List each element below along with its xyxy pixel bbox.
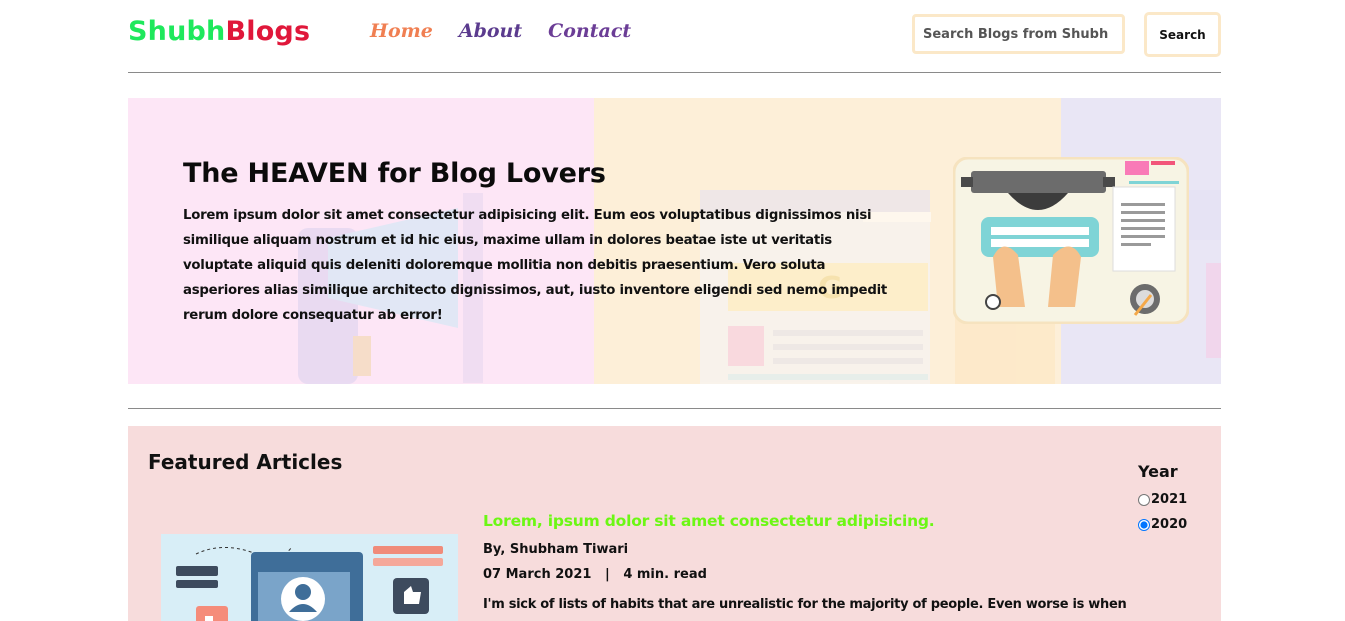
year-option-label: 2021 <box>1151 492 1188 507</box>
article-date: 07 March 2021 <box>483 567 592 582</box>
hero-title: The HEAVEN for Blog Lovers <box>183 158 606 189</box>
year-radio-2020[interactable] <box>1138 518 1150 531</box>
section-divider <box>128 408 1221 409</box>
meta-separator: | <box>604 567 610 582</box>
article-meta: 07 March 2021 | 4 min. read <box>483 567 707 582</box>
site-logo[interactable]: ShubhBlogs <box>128 16 310 47</box>
nav-link-about[interactable]: About <box>459 20 522 42</box>
profile-webpage-illustration-icon[interactable] <box>161 534 458 621</box>
year-option-label: 2020 <box>1151 517 1188 532</box>
year-radio-2021[interactable] <box>1138 493 1150 506</box>
year-filter-label: Year <box>1138 462 1178 481</box>
article-title[interactable]: Lorem, ipsum dolor sit amet consectetur … <box>483 512 935 530</box>
typewriter-illustration-icon <box>953 157 1189 324</box>
search-button[interactable]: Search <box>1144 12 1221 57</box>
search-input[interactable] <box>912 14 1125 54</box>
article-author: By, Shubham Tiwari <box>483 542 629 557</box>
year-option-2021[interactable]: 2021 <box>1138 487 1218 512</box>
main-menu: Home About Contact <box>370 20 631 42</box>
nav-link-home[interactable]: Home <box>370 20 433 42</box>
hero-description: Lorem ipsum dolor sit amet consectetur a… <box>183 208 888 323</box>
article-excerpt: I'm sick of lists of habits that are unr… <box>483 597 1127 612</box>
year-option-2020[interactable]: 2020 <box>1138 512 1218 537</box>
logo-part-shubh: Shubh <box>128 16 226 47</box>
navbar: ShubhBlogs Home About Contact Search <box>128 0 1221 73</box>
featured-heading: Featured Articles <box>148 450 343 474</box>
featured-articles-section: Featured Articles Lorem, ipsum dolor sit… <box>128 426 1221 621</box>
logo-part-blogs: Blogs <box>225 16 311 47</box>
article-read-time: 4 min. read <box>623 567 707 582</box>
nav-link-contact[interactable]: Contact <box>548 20 631 42</box>
year-filter: Year 2021 2020 <box>1138 462 1218 537</box>
hero-banner: G The HEAVEN for Blog Lovers Lorem ipsum… <box>128 98 1221 384</box>
